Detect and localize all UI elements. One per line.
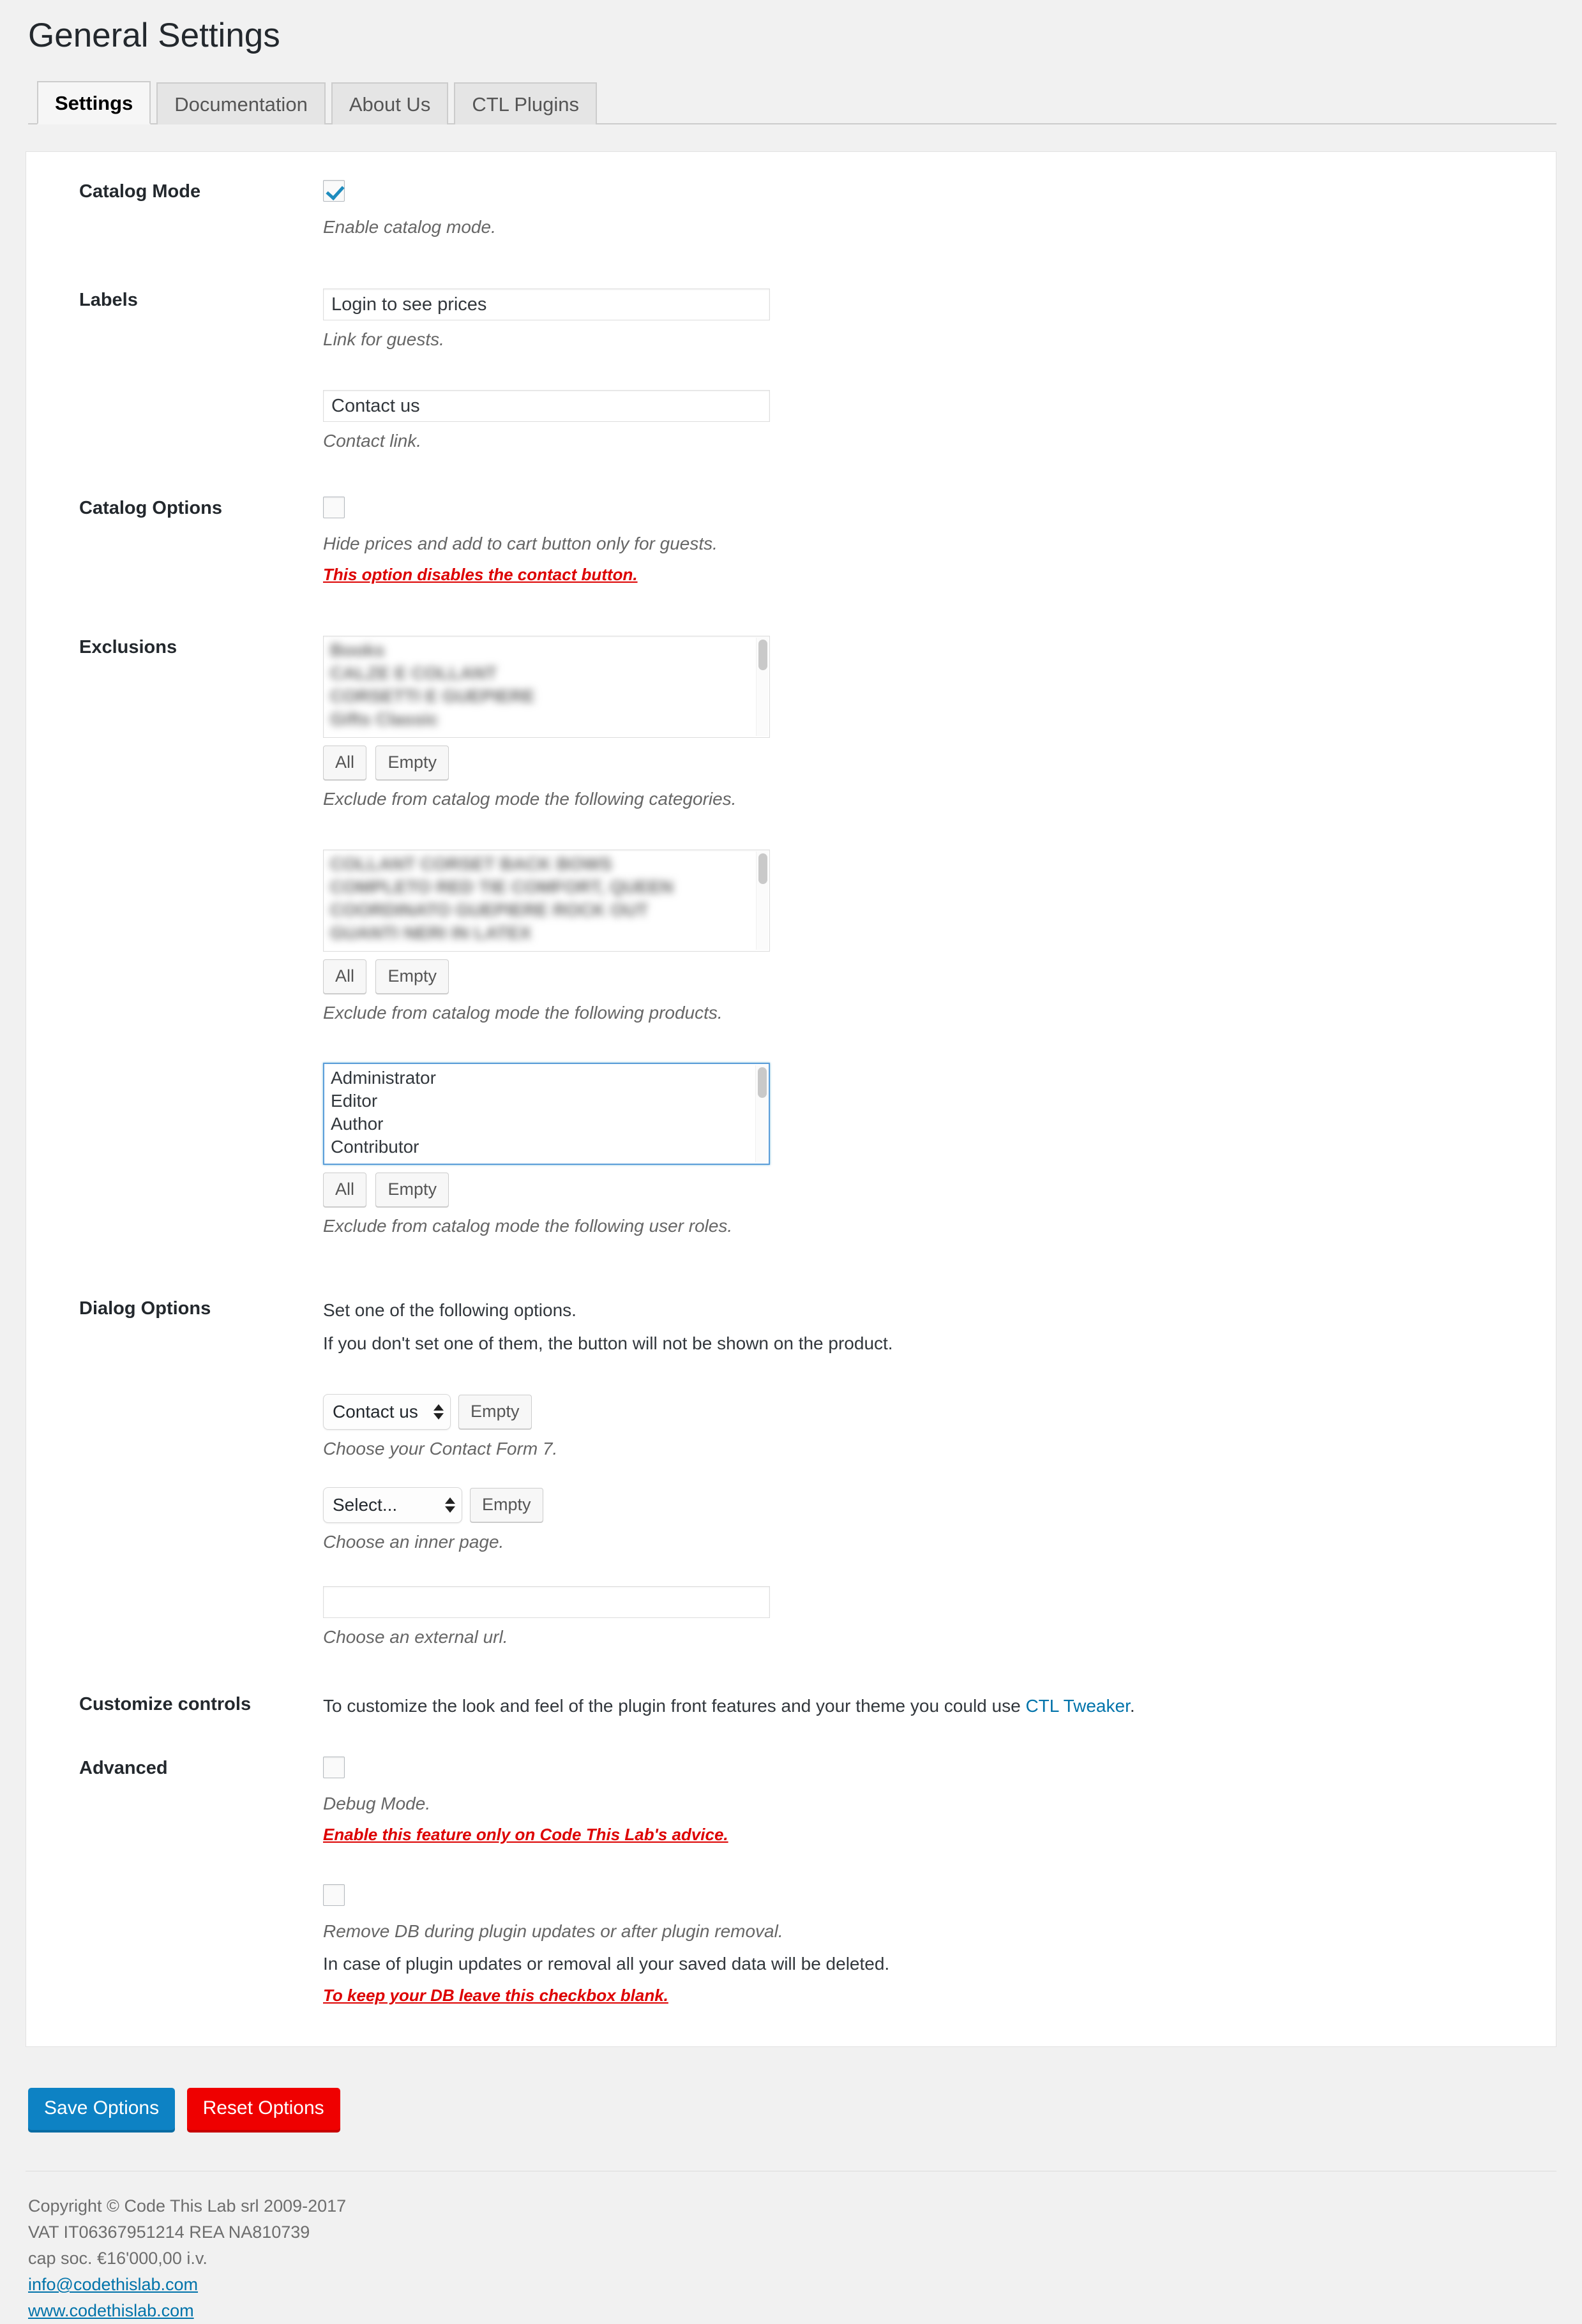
contact-form-desc: Choose your Contact Form 7.: [323, 1438, 558, 1458]
dialog-options-label: Dialog Options: [79, 1298, 211, 1319]
remove-db-warning: To keep your DB leave this checkbox blan…: [323, 1986, 668, 2005]
exclude-user-roles-desc: Exclude from catalog mode the following …: [323, 1216, 733, 1236]
list-item[interactable]: Author: [324, 1113, 769, 1136]
list-item[interactable]: Gifts Classic: [324, 708, 769, 731]
remove-db-checkbox[interactable]: [323, 1884, 345, 1906]
contact-link-input[interactable]: [323, 390, 770, 423]
customize-controls-text: To customize the look and feel of the pl…: [323, 1693, 1556, 1720]
labels-label: Labels: [79, 290, 138, 311]
list-item[interactable]: COLLANT CORSET BACK BOWS: [324, 853, 769, 876]
tab-documentation[interactable]: Documentation: [156, 82, 326, 124]
action-buttons: Save Options Reset Options: [28, 2088, 1556, 2131]
catalog-options-desc: Hide prices and add to cart button only …: [323, 533, 718, 553]
catalog-mode-label: Catalog Mode: [79, 181, 201, 202]
list-item[interactable]: Editor: [324, 1090, 769, 1113]
dialog-options-line1: Set one of the following options.: [323, 1300, 576, 1320]
list-item[interactable]: COMPLETO RED TIE COMFORT, QUEEN: [324, 876, 769, 899]
contact-link-desc: Contact link.: [323, 431, 422, 451]
listbox-scrollbar[interactable]: [755, 1065, 767, 1163]
customize-controls-text-after: .: [1129, 1695, 1135, 1716]
select-arrows-icon: [445, 1497, 455, 1513]
section-labels: Labels Link for guests. Contact link.: [26, 289, 1556, 454]
tab-ctl-plugins[interactable]: CTL Plugins: [454, 82, 598, 124]
catalog-mode-desc: Enable catalog mode.: [323, 216, 496, 237]
listbox-scrollbar[interactable]: [756, 851, 768, 950]
catalog-options-warning: This option disables the contact button.: [323, 565, 638, 585]
section-advanced: Advanced Debug Mode. Enable this feature…: [26, 1756, 1556, 2009]
inner-page-select[interactable]: Select...: [323, 1487, 462, 1524]
footer: Copyright © Code This Lab srl 2009-2017 …: [26, 2171, 1556, 2324]
listbox-scrollbar[interactable]: [756, 637, 768, 736]
roles-empty-button[interactable]: Empty: [375, 1173, 449, 1208]
section-exclusions: Exclusions Books CALZE E COLLANT CORSETT…: [26, 635, 1556, 1240]
list-item[interactable]: COORDINATO GUEPIERE ROCK OUT: [324, 899, 769, 922]
roles-all-button[interactable]: All: [323, 1173, 367, 1208]
catalog-mode-checkbox[interactable]: [323, 179, 345, 202]
list-item[interactable]: CORSETTI E GUEPIERE: [324, 685, 769, 708]
page-title: General Settings: [28, 17, 280, 54]
footer-vat: VAT IT06367951214 REA NA810739: [28, 2223, 310, 2242]
external-url-input[interactable]: [323, 1586, 770, 1618]
contact-form-select-value: Contact us: [333, 1401, 418, 1421]
remove-db-desc: Remove DB during plugin updates or after…: [323, 1921, 783, 1941]
footer-copyright: Copyright © Code This Lab srl 2009-2017: [28, 2196, 347, 2216]
exclusions-label: Exclusions: [79, 636, 177, 657]
list-item[interactable]: Books: [324, 639, 769, 662]
list-item[interactable]: GUANTI NERI IN LATEX: [324, 922, 769, 945]
advanced-label: Advanced: [79, 1757, 168, 1778]
exclude-categories-desc: Exclude from catalog mode the following …: [323, 788, 737, 809]
list-item[interactable]: CALZE E COLLANT: [324, 662, 769, 685]
debug-mode-desc: Debug Mode.: [323, 1793, 431, 1813]
catalog-options-label: Catalog Options: [79, 497, 222, 518]
guest-link-desc: Link for guests.: [323, 329, 444, 350]
exclude-products-desc: Exclude from catalog mode the following …: [323, 1002, 723, 1023]
inner-page-select-value: Select...: [333, 1495, 398, 1515]
settings-panel: Catalog Mode Enable catalog mode. Labels…: [26, 151, 1556, 2048]
customize-controls-text-before: To customize the look and feel of the pl…: [323, 1695, 1026, 1716]
select-arrows-icon: [433, 1404, 444, 1420]
debug-mode-checkbox[interactable]: [323, 1756, 345, 1778]
ctl-tweaker-link[interactable]: CTL Tweaker: [1025, 1696, 1129, 1716]
external-url-desc: Choose an external url.: [323, 1626, 508, 1647]
products-empty-button[interactable]: Empty: [375, 959, 449, 994]
tab-settings[interactable]: Settings: [37, 80, 151, 124]
inner-page-desc: Choose an inner page.: [323, 1532, 504, 1552]
section-catalog-options: Catalog Options Hide prices and add to c…: [26, 496, 1556, 587]
customize-controls-label: Customize controls: [79, 1693, 252, 1714]
tab-bar: Settings Documentation About Us CTL Plug…: [28, 80, 1556, 124]
section-customize-controls: Customize controls To customize the look…: [26, 1693, 1556, 1720]
section-catalog-mode: Catalog Mode Enable catalog mode.: [26, 179, 1556, 241]
list-item[interactable]: Contributor: [324, 1136, 769, 1158]
guest-link-input[interactable]: [323, 289, 770, 321]
admin-page: General Settings Settings Documentation …: [0, 0, 1582, 2324]
contact-form-select[interactable]: Contact us: [323, 1393, 451, 1430]
list-item[interactable]: Administrator: [324, 1067, 769, 1090]
tab-about-us[interactable]: About Us: [331, 82, 449, 124]
scrollbar-thumb[interactable]: [758, 639, 767, 670]
products-all-button[interactable]: All: [323, 959, 367, 994]
footer-capital: cap soc. €16'000,00 i.v.: [28, 2249, 207, 2268]
remove-db-note: In case of plugin updates or removal all…: [323, 1954, 890, 1974]
hide-prices-checkbox[interactable]: [323, 496, 345, 518]
save-options-button[interactable]: Save Options: [28, 2088, 176, 2131]
footer-website-link[interactable]: www.codethislab.com: [28, 2301, 194, 2320]
reset-options-button[interactable]: Reset Options: [186, 2088, 340, 2131]
exclude-products-listbox[interactable]: COLLANT CORSET BACK BOWS COMPLETO RED TI…: [323, 849, 770, 952]
footer-email-link[interactable]: info@codethislab.com: [28, 2275, 198, 2294]
debug-mode-warning: Enable this feature only on Code This La…: [323, 1825, 728, 1845]
section-dialog-options: Dialog Options Set one of the following …: [26, 1297, 1556, 1651]
exclude-categories-listbox[interactable]: Books CALZE E COLLANT CORSETTI E GUEPIER…: [323, 635, 770, 738]
categories-all-button[interactable]: All: [323, 745, 367, 780]
contact-form-empty-button[interactable]: Empty: [458, 1394, 532, 1429]
scrollbar-thumb[interactable]: [758, 853, 767, 884]
inner-page-empty-button[interactable]: Empty: [470, 1488, 543, 1523]
categories-empty-button[interactable]: Empty: [375, 745, 449, 780]
exclude-user-roles-listbox[interactable]: Administrator Editor Author Contributor: [323, 1063, 770, 1166]
scrollbar-thumb[interactable]: [758, 1067, 767, 1098]
dialog-options-line2: If you don't set one of them, the button…: [323, 1333, 893, 1353]
